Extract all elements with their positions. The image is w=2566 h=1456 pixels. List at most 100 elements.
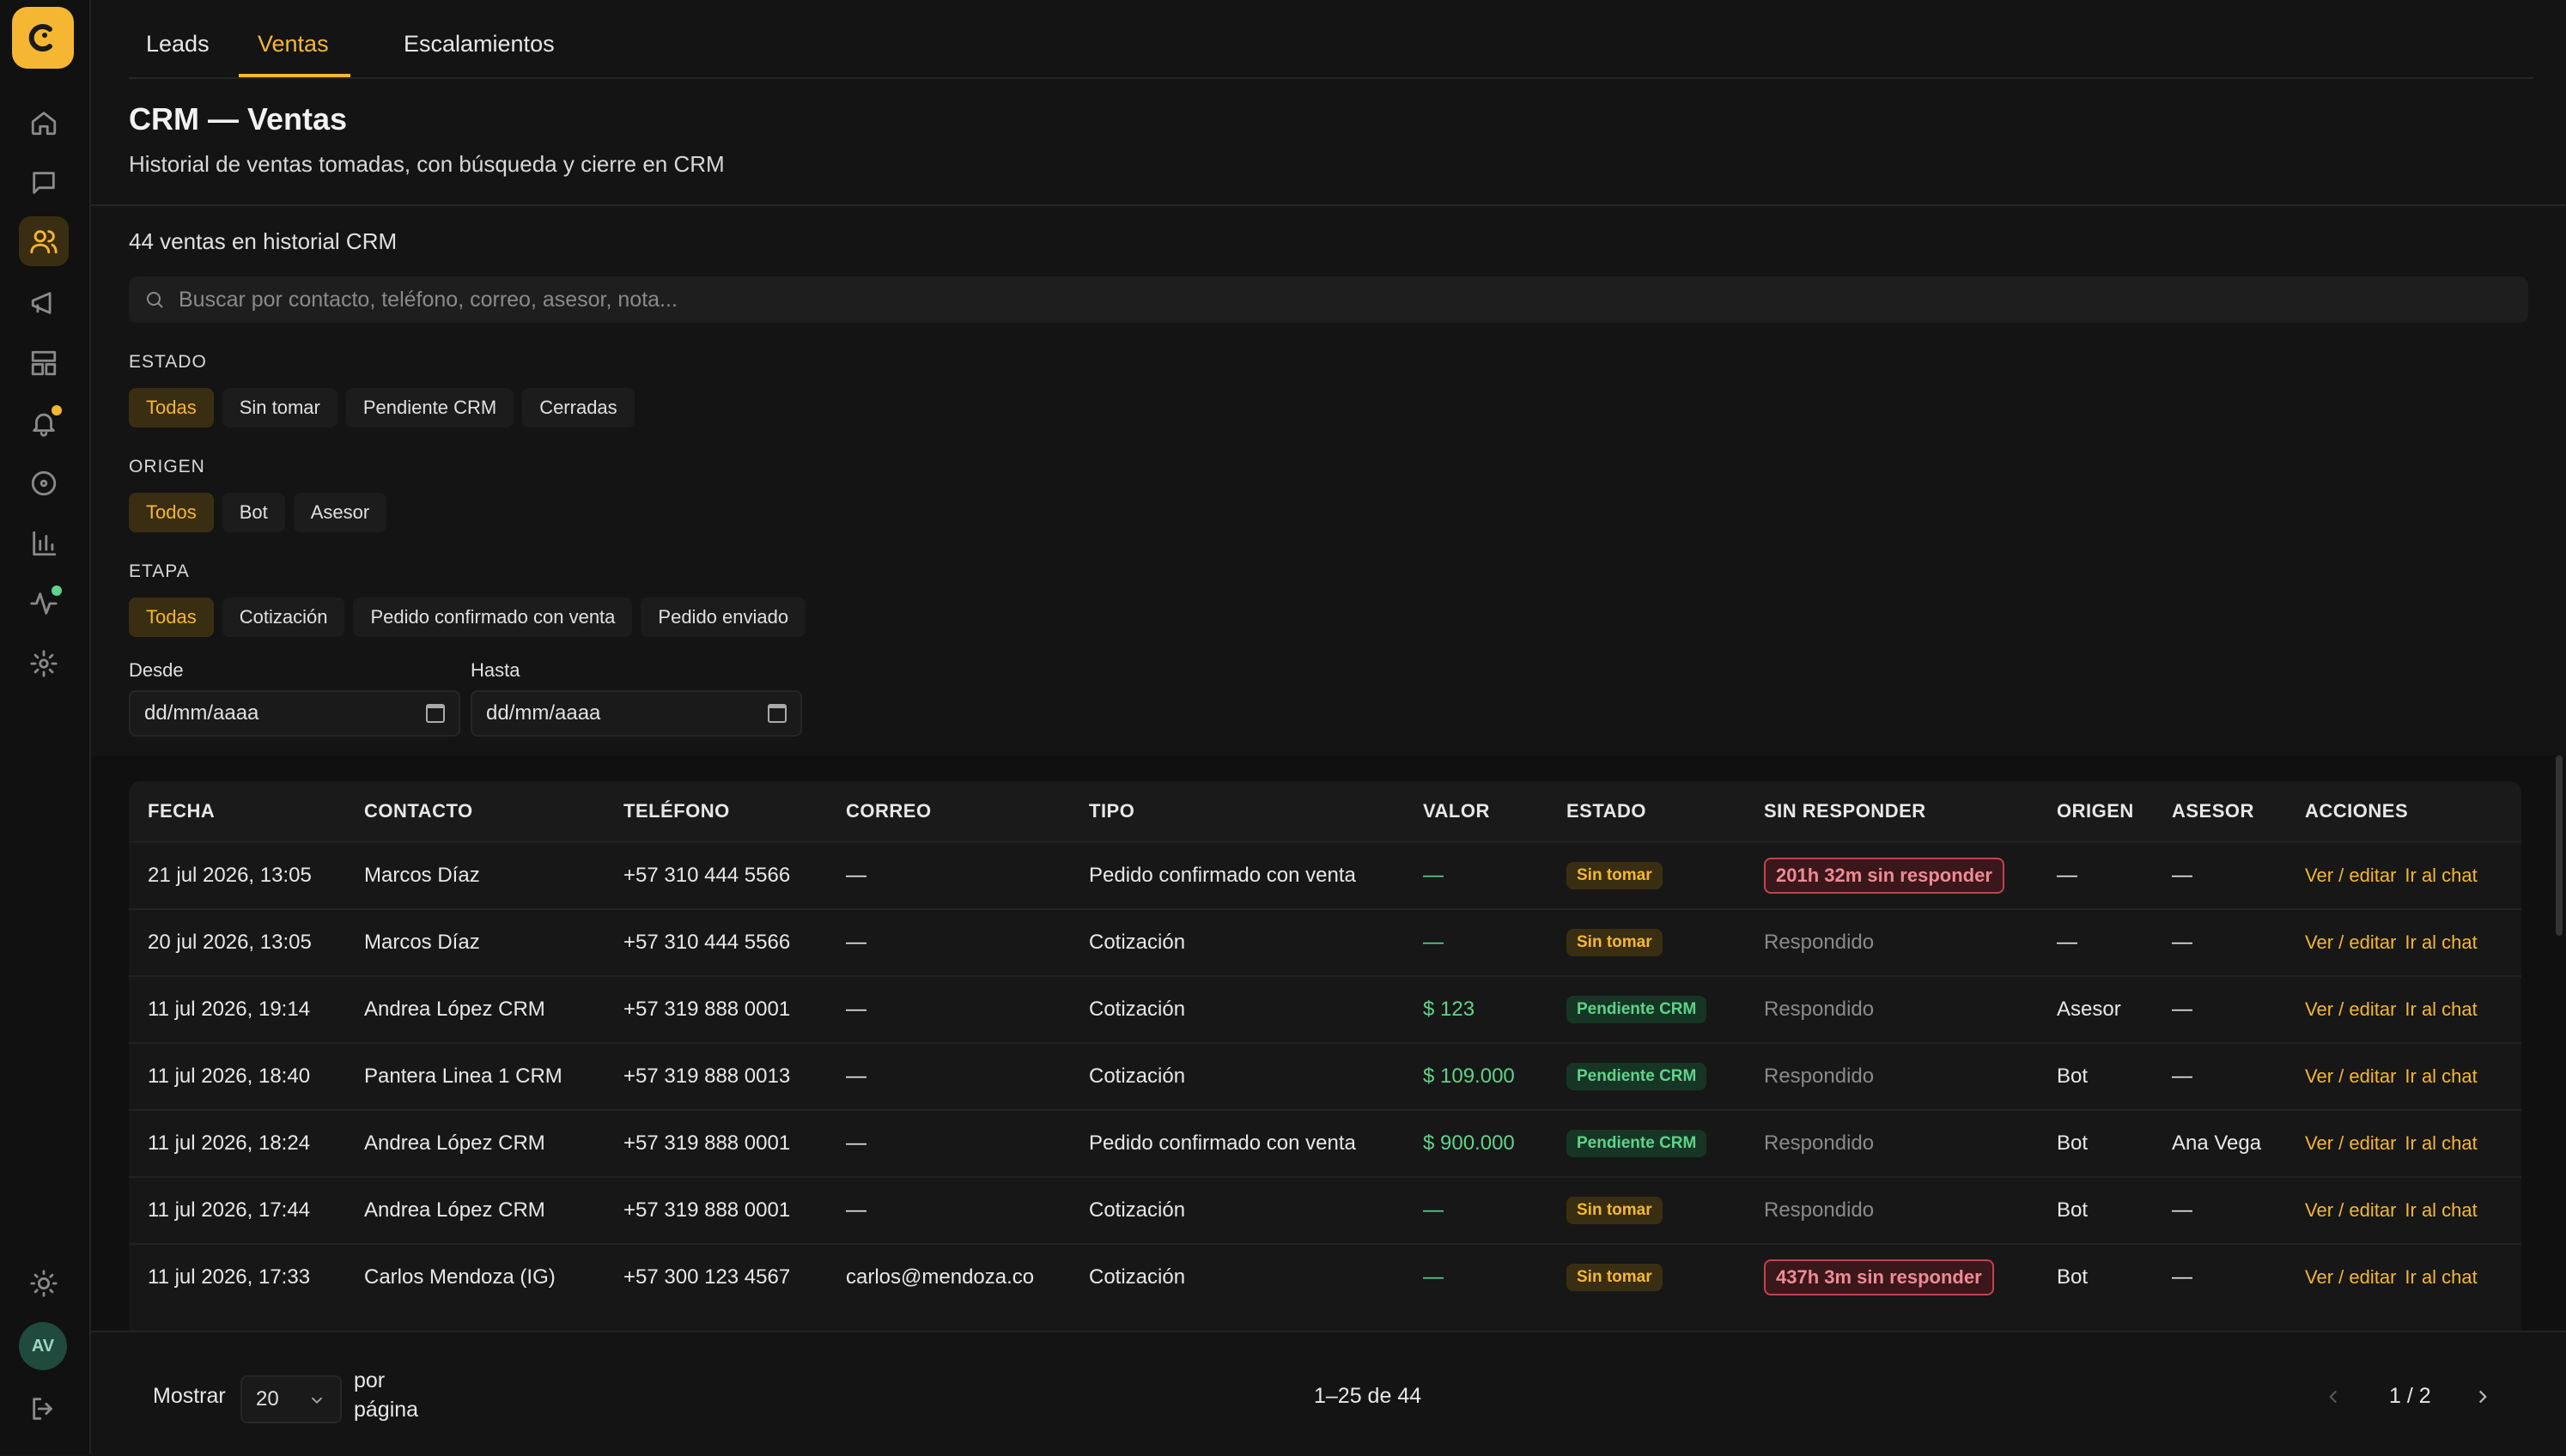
sun-icon[interactable]	[19, 1259, 69, 1308]
go-to-chat-link[interactable]: Ir al chat	[2405, 1065, 2477, 1087]
tab-leads[interactable]: Leads	[146, 31, 210, 58]
cell-estado: Sin tomar	[1548, 1243, 1745, 1310]
header-divider	[91, 204, 2566, 206]
column-header: CONTACTO	[345, 781, 605, 842]
status-badge: Sin tomar	[1566, 1197, 1663, 1224]
cell-telefono: +57 300 123 4567	[605, 1243, 827, 1310]
cell-telefono: +57 310 444 5566	[605, 908, 827, 976]
edit-link[interactable]: Ver / editar	[2305, 998, 2396, 1020]
chip-estado-pendiente-crm[interactable]: Pendiente CRM	[345, 388, 514, 428]
hasta-value: dd/mm/aaaa	[486, 701, 601, 725]
page-subtitle: Historial de ventas tomadas, con búsqued…	[129, 151, 725, 177]
avatar[interactable]: AV	[19, 1322, 67, 1370]
sales-table-container: FECHA CONTACTO TELÉFONO CORREO TIPO VALO…	[129, 781, 2521, 1331]
cell-contacto: Marcos Díaz	[345, 841, 605, 909]
edit-link[interactable]: Ver / editar	[2305, 864, 2396, 886]
status-badge: Sin tomar	[1566, 1264, 1663, 1291]
chip-origen-asesor[interactable]: Asesor	[293, 493, 387, 532]
cell-estado: Pendiente CRM	[1548, 1109, 1745, 1177]
activity-icon[interactable]	[19, 579, 69, 628]
calendar-icon[interactable]	[768, 704, 787, 723]
chip-etapa-cotizacion[interactable]: Cotización	[222, 598, 345, 637]
edit-link[interactable]: Ver / editar	[2305, 1132, 2396, 1154]
column-header: TIPO	[1070, 781, 1404, 842]
chip-estado-sin-tomar[interactable]: Sin tomar	[222, 388, 337, 428]
cell-estado: Sin tomar	[1548, 908, 1745, 976]
go-to-chat-link[interactable]: Ir al chat	[2405, 998, 2477, 1020]
desde-date-input[interactable]: dd/mm/aaaa	[129, 690, 460, 737]
chip-estado-cerradas[interactable]: Cerradas	[522, 388, 635, 428]
chevron-right-icon[interactable]	[2472, 1386, 2494, 1408]
cell-asesor: —	[2153, 908, 2286, 976]
show-label: Mostrar	[153, 1384, 226, 1408]
megaphone-icon[interactable]	[19, 278, 69, 328]
search-input[interactable]	[177, 286, 2499, 313]
cell-fecha: 11 jul 2026, 17:44	[129, 1176, 345, 1244]
table-row[interactable]: 11 jul 2026, 19:14 Andrea López CRM +57 31…	[129, 975, 2521, 1043]
cell-valor: $ 109.000	[1404, 1042, 1548, 1110]
users-icon[interactable]	[19, 216, 69, 266]
go-to-chat-link[interactable]: Ir al chat	[2405, 1132, 2477, 1154]
chip-estado-todas[interactable]: Todas	[129, 388, 214, 428]
active-tab-indicator	[239, 74, 350, 77]
layout-icon[interactable]	[19, 338, 69, 388]
cell-correo: —	[827, 1042, 1070, 1110]
home-icon[interactable]	[19, 98, 69, 148]
cell-correo: —	[827, 975, 1070, 1043]
go-to-chat-link[interactable]: Ir al chat	[2405, 1266, 2477, 1288]
hasta-date-input[interactable]: dd/mm/aaaa	[471, 690, 802, 737]
page-title: CRM — Ventas	[129, 101, 348, 136]
cell-fecha: 11 jul 2026, 18:24	[129, 1109, 345, 1177]
edit-link[interactable]: Ver / editar	[2305, 1266, 2396, 1288]
settings-icon[interactable]	[19, 639, 69, 689]
bell-icon[interactable]	[19, 398, 69, 448]
chip-etapa-pedido-enviado[interactable]: Pedido enviado	[641, 598, 806, 637]
cell-valor: —	[1404, 1243, 1548, 1310]
hasta-label: Hasta	[471, 659, 520, 681]
scrollbar[interactable]	[2556, 755, 2563, 936]
edit-link[interactable]: Ver / editar	[2305, 1199, 2396, 1221]
app-logo-icon[interactable]	[12, 7, 74, 69]
chip-etapa-pedido-confirmado[interactable]: Pedido confirmado con venta	[353, 598, 633, 637]
result-count: 44 ventas en historial CRM	[129, 228, 398, 254]
response-status: Respondido	[1764, 931, 1875, 954]
filter-label-etapa: ETAPA	[129, 561, 190, 581]
chip-etapa-todas[interactable]: Todas	[129, 598, 214, 637]
cell-contacto: Marcos Díaz	[345, 908, 605, 976]
bar-chart-icon[interactable]	[19, 519, 69, 568]
chat-icon[interactable]	[19, 158, 69, 208]
chip-origen-bot[interactable]: Bot	[222, 493, 285, 532]
cell-correo: carlos@mendoza.co	[827, 1243, 1070, 1310]
chevron-left-icon[interactable]	[2322, 1386, 2344, 1408]
go-to-chat-link[interactable]: Ir al chat	[2405, 864, 2477, 886]
response-status: Respondido	[1764, 1198, 1875, 1222]
tab-ventas[interactable]: Ventas	[258, 31, 329, 58]
logout-icon[interactable]	[19, 1384, 69, 1434]
circle-icon[interactable]	[19, 458, 69, 508]
cell-valor: $ 123	[1404, 975, 1548, 1043]
table-row[interactable]: 11 jul 2026, 17:44 Andrea López CRM +57 31…	[129, 1176, 2521, 1244]
edit-link[interactable]: Ver / editar	[2305, 931, 2396, 953]
cell-origen: Bot	[2038, 1042, 2153, 1110]
table-row[interactable]: 21 jul 2026, 13:05 Marcos Díaz +57 310 444…	[129, 841, 2521, 909]
chip-origen-todos[interactable]: Todos	[129, 493, 214, 532]
cell-sin-responder: Respondido	[1745, 1176, 2038, 1244]
cell-tipo: Cotización	[1070, 975, 1404, 1043]
sidebar: AV	[0, 0, 91, 1454]
cell-sin-responder: Respondido	[1745, 908, 2038, 976]
table-row[interactable]: 11 jul 2026, 17:33 Carlos Mendoza (IG) +57…	[129, 1243, 2521, 1310]
cell-estado: Pendiente CRM	[1548, 975, 1745, 1043]
table-row[interactable]: 11 jul 2026, 18:24 Andrea López CRM +57 31…	[129, 1109, 2521, 1177]
edit-link[interactable]: Ver / editar	[2305, 1065, 2396, 1087]
page-size-select[interactable]: 20	[240, 1375, 342, 1423]
tab-escalamientos[interactable]: Escalamientos	[404, 31, 555, 58]
calendar-icon[interactable]	[426, 704, 445, 723]
table-row[interactable]: 11 jul 2026, 18:40 Pantera Linea 1 CRM +57…	[129, 1042, 2521, 1110]
table-row[interactable]: 20 jul 2026, 13:05 Marcos Díaz +57 310 444…	[129, 908, 2521, 976]
search-icon	[147, 292, 163, 308]
table-body: 21 jul 2026, 13:05 Marcos Díaz +57 310 444…	[129, 841, 2521, 1310]
go-to-chat-link[interactable]: Ir al chat	[2405, 1199, 2477, 1221]
cell-estado: Sin tomar	[1548, 1176, 1745, 1244]
go-to-chat-link[interactable]: Ir al chat	[2405, 931, 2477, 953]
column-header: ESTADO	[1548, 781, 1745, 842]
